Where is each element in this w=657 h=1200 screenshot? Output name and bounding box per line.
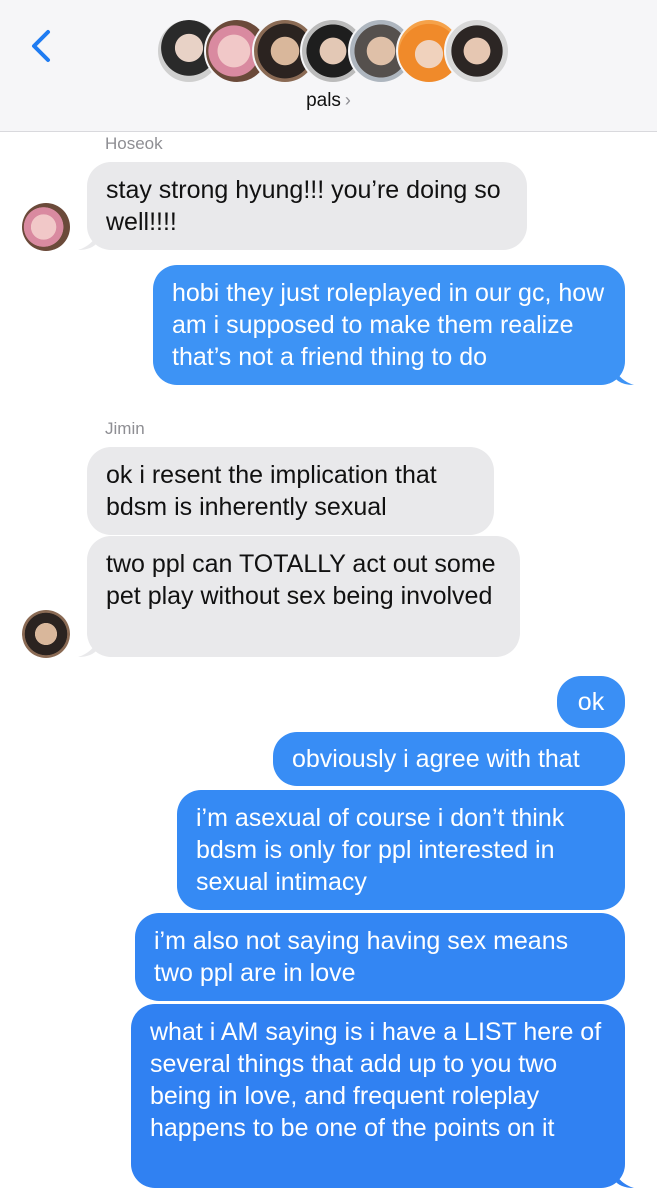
back-button[interactable] [24, 28, 60, 64]
conversation-header: pals › [0, 0, 657, 132]
bubble-tail [614, 365, 634, 385]
avatar[interactable] [22, 203, 70, 251]
group-avatars[interactable] [156, 18, 510, 86]
avatar [444, 18, 510, 84]
sender-name: Jimin [105, 419, 145, 438]
message-bubble-outgoing[interactable]: i’m also not saying having sex means two… [135, 913, 625, 1001]
chevron-left-icon [32, 30, 50, 62]
message-bubble-outgoing[interactable]: ok [557, 676, 625, 728]
message-bubble-incoming[interactable]: ok i resent the implication that bdsm is… [87, 447, 494, 535]
group-name-label: pals [306, 90, 341, 111]
message-bubble-outgoing[interactable]: obviously i agree with that [273, 732, 625, 786]
bubble-tail [78, 637, 98, 657]
sender-name: Hoseok [105, 134, 163, 153]
message-bubble-outgoing[interactable]: i’m asexual of course i don’t think bdsm… [177, 790, 625, 910]
group-name[interactable]: pals › [0, 90, 657, 112]
message-bubble-outgoing[interactable]: hobi they just roleplayed in our gc, how… [153, 265, 625, 385]
message-bubble-incoming[interactable]: stay strong hyung!!! you’re doing so wel… [87, 162, 527, 250]
bubble-tail [614, 1168, 634, 1188]
chevron-right-icon: › [344, 90, 351, 110]
message-bubble-outgoing[interactable]: what i AM saying is i have a LIST here o… [131, 1004, 625, 1188]
avatar[interactable] [22, 610, 70, 658]
message-bubble-incoming[interactable]: two ppl can TOTALLY act out some pet pla… [87, 536, 520, 657]
bubble-tail [78, 230, 98, 250]
